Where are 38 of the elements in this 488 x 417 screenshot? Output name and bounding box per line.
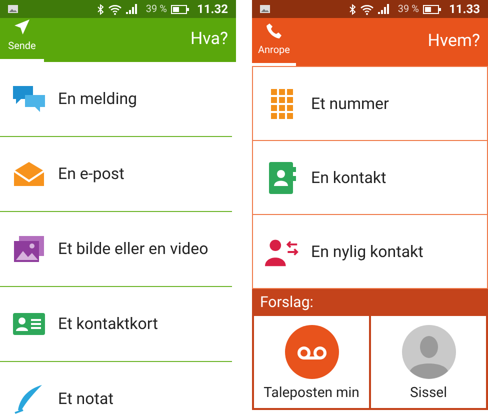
tab[interactable]: Anrope <box>252 18 296 66</box>
envelope-icon <box>13 161 45 187</box>
signal-icon <box>378 4 390 14</box>
phone-icon <box>265 22 283 40</box>
chat-icon <box>12 84 46 114</box>
menu-item[interactable]: En kontakt <box>252 140 488 215</box>
contact-card-icon <box>13 313 45 335</box>
section-header: Forslag: <box>252 289 488 316</box>
wifi-icon <box>108 4 122 14</box>
menu-item[interactable]: Et nummer <box>252 66 488 141</box>
image-icon <box>8 5 18 13</box>
battery-icon <box>170 4 189 14</box>
menu-item[interactable]: En e-post <box>0 137 232 212</box>
suggestion-tile[interactable]: Taleposten min <box>254 316 369 408</box>
wifi-icon <box>360 4 374 14</box>
menu-item[interactable]: Et kontaktkort <box>0 287 232 362</box>
menu-item[interactable]: En melding <box>0 62 232 137</box>
avatar-icon <box>402 325 456 379</box>
feather-icon <box>14 384 44 414</box>
address-book-icon <box>268 162 296 194</box>
menu-item[interactable]: En nylig kontakt <box>252 214 488 289</box>
voicemail-icon <box>284 325 338 379</box>
menu-item[interactable]: Et notat <box>0 362 232 417</box>
screen-title: Hvem? <box>428 30 480 54</box>
photo-icon <box>13 235 45 263</box>
keypad-icon <box>270 88 294 120</box>
battery-icon <box>422 4 441 14</box>
signal-icon <box>126 4 138 14</box>
screen-title: Hva? <box>190 28 228 52</box>
bluetooth-icon <box>348 4 356 14</box>
clock: 11.33 <box>448 1 480 18</box>
clock: 11.32 <box>196 1 228 18</box>
battery-percentage: 39 % <box>146 2 167 16</box>
image-icon <box>260 5 270 13</box>
menu-item[interactable]: Et bilde eller en video <box>0 212 232 287</box>
battery-percentage: 39 % <box>398 2 419 16</box>
bluetooth-icon <box>96 4 104 14</box>
suggestion-tile[interactable]: Sissel <box>371 316 486 408</box>
